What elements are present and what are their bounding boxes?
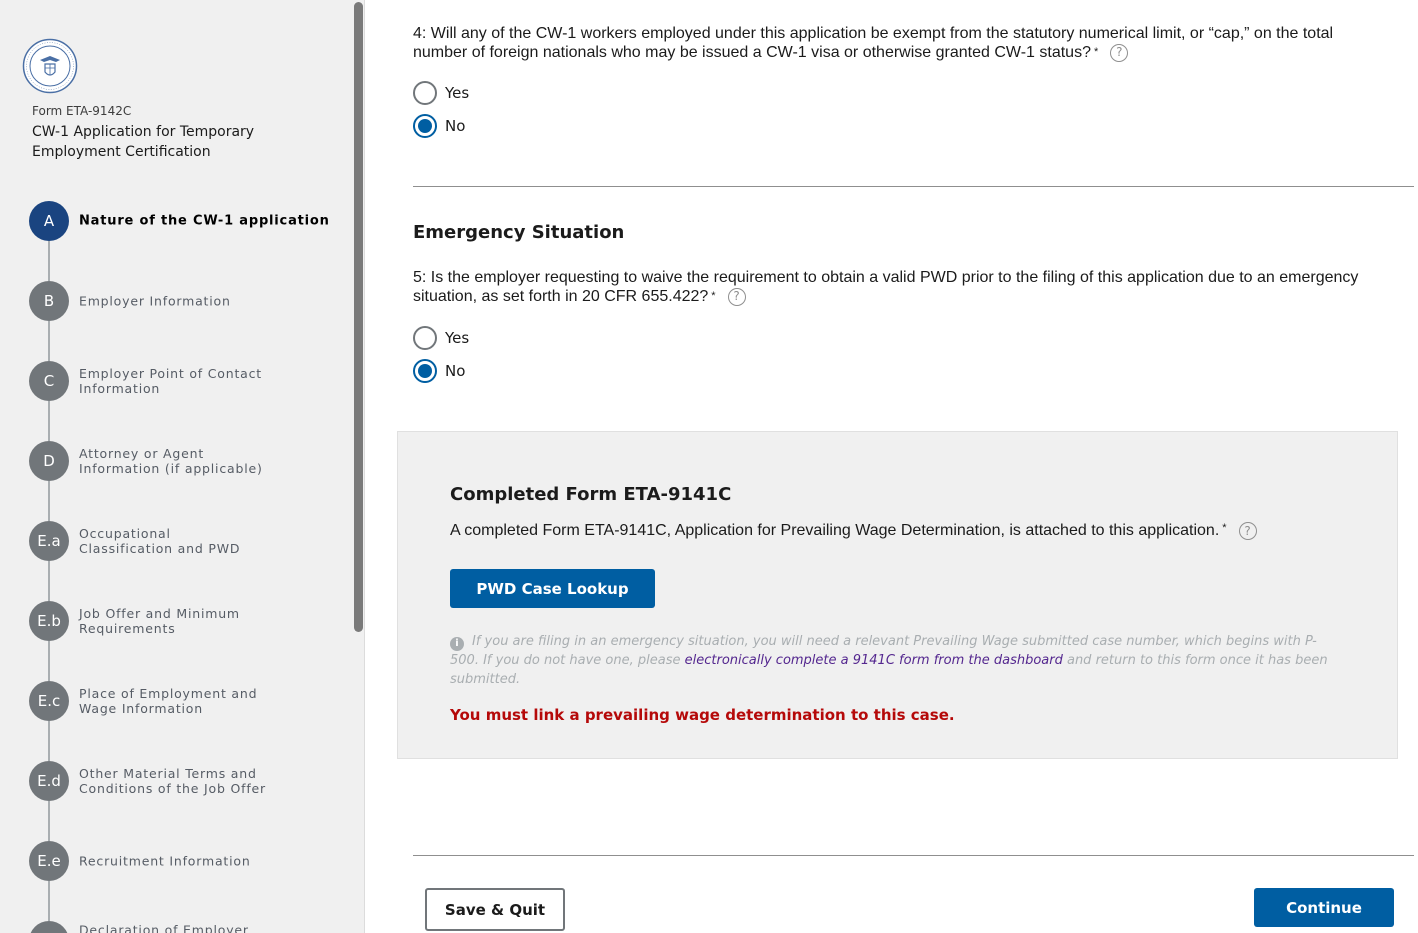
step-occupational-classification[interactable]: E.a Occupational Classification and PWD xyxy=(29,521,349,561)
step-marker xyxy=(29,921,69,933)
main-content: 4: Will any of the CW-1 workers employed… xyxy=(365,0,1418,933)
step-marker: E.e xyxy=(29,841,69,881)
step-marker: E.b xyxy=(29,601,69,641)
step-marker: E.d xyxy=(29,761,69,801)
step-label: Declaration of Employer xyxy=(79,922,249,933)
step-label: Recruitment Information xyxy=(79,853,251,869)
step-label: Job Offer and Minimum Requirements xyxy=(79,606,240,636)
required-marker: * xyxy=(1222,522,1227,534)
step-employer-point-of-contact[interactable]: C Employer Point of Contact Information xyxy=(29,361,349,401)
step-nature-of-application[interactable]: A Nature of the CW-1 application xyxy=(29,201,349,241)
step-label: Attorney or Agent Information (if applic… xyxy=(79,446,263,476)
step-connector xyxy=(48,801,50,841)
help-icon[interactable]: ? xyxy=(727,287,746,306)
step-job-offer[interactable]: E.b Job Offer and Minimum Requirements xyxy=(29,601,349,641)
help-icon[interactable]: ? xyxy=(1110,43,1129,62)
q4-radio-yes[interactable]: Yes xyxy=(413,81,469,105)
q5-radio-yes[interactable]: Yes xyxy=(413,326,469,350)
dol-seal-logo xyxy=(22,38,78,94)
q4-radio-no[interactable]: No xyxy=(413,114,465,138)
form-number: Form ETA-9142C xyxy=(32,104,132,118)
radio-button[interactable] xyxy=(413,359,437,383)
pwd-panel: Completed Form ETA-9141C A completed For… xyxy=(397,431,1398,759)
step-connector xyxy=(48,241,50,281)
required-marker: * xyxy=(711,290,716,302)
step-marker: B xyxy=(29,281,69,321)
step-recruitment-information[interactable]: E.e Recruitment Information xyxy=(29,841,349,881)
form-title: CW-1 Application for Temporary Employmen… xyxy=(32,124,255,160)
save-quit-button[interactable]: Save & Quit xyxy=(425,888,565,931)
q5-radio-no[interactable]: No xyxy=(413,359,465,383)
sidebar: Form ETA-9142C CW-1 Application for Temp… xyxy=(0,0,365,933)
step-label: Nature of the CW-1 application xyxy=(79,213,330,229)
step-employer-information[interactable]: B Employer Information xyxy=(29,281,349,321)
step-marker: D xyxy=(29,441,69,481)
radio-button[interactable] xyxy=(413,326,437,350)
divider xyxy=(413,186,1414,187)
step-label: Employer Point of Contact Information xyxy=(79,366,262,396)
info-note: i If you are filing in an emergency situa… xyxy=(450,632,1340,689)
help-icon[interactable]: ? xyxy=(1238,522,1257,540)
step-connector xyxy=(48,401,50,441)
step-marker: E.c xyxy=(29,681,69,721)
divider xyxy=(413,855,1414,856)
error-message: You must link a prevailing wage determin… xyxy=(450,706,955,724)
step-connector xyxy=(48,721,50,761)
step-marker: C xyxy=(29,361,69,401)
step-connector xyxy=(48,561,50,601)
required-marker: * xyxy=(1093,46,1099,58)
radio-label: Yes xyxy=(445,84,470,102)
question-5-text: 5: Is the employer requesting to waive t… xyxy=(413,269,1359,305)
panel-statement: A completed Form ETA-9141C, Application … xyxy=(450,522,1220,540)
step-place-of-employment[interactable]: E.c Place of Employment and Wage Informa… xyxy=(29,681,349,721)
step-other-material-terms[interactable]: E.d Other Material Terms and Conditions … xyxy=(29,761,349,801)
panel-title: Completed Form ETA-9141C xyxy=(450,484,732,505)
step-label: Place of Employment and Wage Information xyxy=(79,686,258,716)
sidebar-scrollbar[interactable] xyxy=(354,2,363,632)
pwd-case-lookup-button[interactable]: PWD Case Lookup xyxy=(450,569,655,608)
step-attorney-agent[interactable]: D Attorney or Agent Information (if appl… xyxy=(29,441,349,481)
step-connector xyxy=(48,641,50,681)
question-4-text: 4: Will any of the CW-1 workers employed… xyxy=(413,25,1334,61)
step-declaration-of-employer[interactable]: Declaration of Employer xyxy=(29,921,349,933)
radio-label: No xyxy=(445,362,466,380)
info-icon: i xyxy=(450,636,464,651)
radio-label: Yes xyxy=(445,329,470,347)
step-connector xyxy=(48,481,50,521)
step-connector xyxy=(48,321,50,361)
panel-text: A completed Form ETA-9141C, Application … xyxy=(450,522,1257,540)
step-marker: E.a xyxy=(29,521,69,561)
step-label: Occupational Classification and PWD xyxy=(79,526,241,556)
radio-button[interactable] xyxy=(413,81,437,105)
step-label: Employer Information xyxy=(79,293,231,309)
emergency-section-title: Emergency Situation xyxy=(413,222,625,243)
radio-button[interactable] xyxy=(413,114,437,138)
step-marker: A xyxy=(29,201,69,241)
question-5: 5: Is the employer requesting to waive t… xyxy=(413,268,1373,306)
dashboard-link[interactable]: electronically complete a 9141C form fro… xyxy=(685,653,1063,668)
step-label: Other Material Terms and Conditions of t… xyxy=(79,766,266,796)
radio-label: No xyxy=(445,117,466,135)
question-4: 4: Will any of the CW-1 workers employed… xyxy=(413,24,1373,62)
step-connector xyxy=(48,881,50,921)
continue-button[interactable]: Continue xyxy=(1254,888,1394,927)
